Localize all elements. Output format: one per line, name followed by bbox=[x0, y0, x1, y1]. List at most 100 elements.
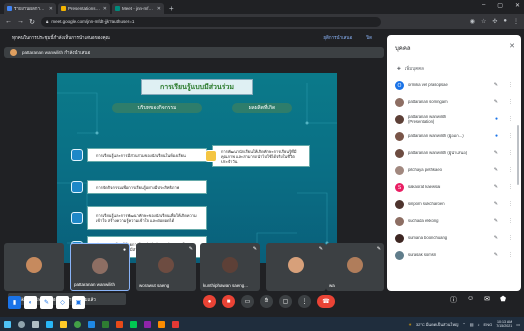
mic-off-icon[interactable]: ✎ bbox=[494, 184, 498, 190]
panel-scrollbar[interactable] bbox=[517, 125, 519, 185]
back-icon[interactable]: ← bbox=[5, 18, 12, 25]
edge-icon[interactable] bbox=[46, 320, 53, 328]
chat-icon[interactable]: ✉ bbox=[484, 295, 490, 305]
browser-tab-1[interactable]: รายงานผลการประเมิน Document Syst... ✕ bbox=[4, 3, 56, 14]
list-item[interactable]: pitchaya pethkaeo ✎ ⋮ bbox=[387, 162, 521, 179]
list-item[interactable]: pattaranan wanwilith (Presentation) ● ⋮ bbox=[387, 111, 521, 128]
mic-off-icon[interactable]: ✎ bbox=[494, 167, 498, 173]
mic-off-icon[interactable]: ✎ bbox=[494, 150, 498, 156]
participant-tile[interactable]: ✎ worawut saeng bbox=[136, 243, 196, 291]
mic-off-icon[interactable]: ✎ bbox=[494, 99, 498, 105]
extension-icon[interactable]: ✣ bbox=[492, 18, 497, 25]
list-item[interactable]: Ssakaorat kaewsai ✎ ⋮ bbox=[387, 179, 521, 196]
more-icon[interactable]: ⋮ bbox=[508, 99, 513, 105]
present-icon[interactable]: ▮ bbox=[8, 296, 21, 309]
add-people-button[interactable]: ✚ เพิ่มบุคคล bbox=[397, 65, 424, 72]
list-item[interactable]: surasak somsri ✎ ⋮ bbox=[387, 247, 521, 264]
avatar bbox=[288, 257, 304, 273]
more-icon[interactable]: ⋮ bbox=[508, 235, 513, 241]
app-icon[interactable] bbox=[144, 320, 151, 328]
whiteboard-icon[interactable]: ◐ bbox=[24, 296, 37, 309]
people-panel: บุคคล ✕ ✚ เพิ่มบุคคล Oormika vel prasops… bbox=[387, 35, 521, 291]
info-icon[interactable]: ⓘ bbox=[450, 295, 457, 305]
more-icon[interactable]: ⋮ bbox=[508, 133, 513, 139]
stop-presenting-button[interactable]: ยุติการนำเสนอ bbox=[323, 34, 352, 41]
notification-icon[interactable]: ▭ bbox=[516, 322, 520, 327]
volume-icon[interactable]: ♪ bbox=[478, 322, 480, 327]
list-item[interactable]: pattaranan wanwilith (ผู้นำเสนอ) ✎ ⋮ bbox=[387, 145, 521, 162]
participant-tile[interactable]: ✎ wa bbox=[326, 243, 384, 291]
people-icon[interactable]: ☺ bbox=[467, 295, 474, 305]
new-tab-icon[interactable]: + bbox=[169, 3, 174, 14]
network-icon[interactable]: ▤ bbox=[470, 322, 474, 327]
participant-tile[interactable] bbox=[4, 243, 64, 291]
camera-off-button[interactable]: ■ bbox=[222, 295, 235, 308]
powerpoint-icon[interactable] bbox=[116, 320, 123, 328]
more-icon[interactable]: ⋮ bbox=[508, 150, 513, 156]
raise-hand-button[interactable]: ✋︎ bbox=[260, 295, 273, 308]
captions-button[interactable]: ▭ bbox=[241, 295, 254, 308]
clock[interactable]: 10:13 AM 7/15/2021 bbox=[496, 320, 512, 329]
browser-tab-2[interactable]: Presentations (D1 - Sophanat H... ✕ bbox=[58, 3, 110, 14]
participant-tile[interactable]: ✎ kunthiphawan saeng... bbox=[200, 243, 260, 291]
eraser-icon[interactable]: ◇ bbox=[56, 296, 69, 309]
mic-off-icon[interactable]: ✎ bbox=[494, 201, 498, 207]
activities-icon[interactable]: ⬟ bbox=[500, 295, 506, 305]
close-panel-icon[interactable]: ✕ bbox=[509, 42, 515, 50]
people-list: Oormika vel prasopsae ✎ ⋮ pattaranan somng… bbox=[387, 77, 521, 264]
mic-off-icon[interactable]: ✎ bbox=[494, 218, 498, 224]
list-item[interactable]: pattaranan somngam ✎ ⋮ bbox=[387, 94, 521, 111]
minimize-icon[interactable]: – bbox=[482, 2, 485, 9]
list-item[interactable]: sumana boonchuang ✎ ⋮ bbox=[387, 230, 521, 247]
mic-off-icon[interactable]: ✎ bbox=[494, 252, 498, 258]
pen-icon[interactable]: ✎ bbox=[40, 296, 53, 309]
excel-icon[interactable] bbox=[102, 320, 109, 328]
menu-icon[interactable]: ⋮ bbox=[513, 18, 519, 25]
word-icon[interactable] bbox=[88, 320, 95, 328]
mic-off-icon[interactable]: ✎ bbox=[494, 82, 498, 88]
star-icon[interactable]: ☆ bbox=[481, 18, 486, 25]
more-icon[interactable]: ⋮ bbox=[508, 201, 513, 207]
chrome-icon[interactable] bbox=[74, 320, 81, 328]
close-tab-icon[interactable]: ✕ bbox=[49, 6, 53, 12]
forward-icon[interactable]: → bbox=[17, 18, 24, 25]
more-icon[interactable]: ⋮ bbox=[508, 167, 513, 173]
tray-arrow-icon[interactable]: ⌃ bbox=[462, 322, 465, 327]
app-icon[interactable] bbox=[172, 320, 179, 328]
profile-icon[interactable]: ● bbox=[503, 18, 507, 25]
participant-tile[interactable]: ● pattaranan wanwilith bbox=[70, 243, 130, 291]
presenter-bar: pattaranan wanwilith กำลังนำเสนอ bbox=[4, 47, 384, 58]
close-notice-button[interactable]: ปิด bbox=[366, 34, 372, 41]
list-item[interactable]: pattaranan wanwilith (ผู้ออก...) ● ⋮ bbox=[387, 128, 521, 145]
camera-icon[interactable]: ◉ bbox=[470, 18, 475, 25]
mic-off-button[interactable]: ● bbox=[203, 295, 216, 308]
list-item[interactable]: siriporn sukcharoen ✎ ⋮ bbox=[387, 196, 521, 213]
more-icon[interactable]: ⋮ bbox=[508, 252, 513, 258]
language-indicator[interactable]: ENG bbox=[484, 322, 493, 327]
mic-off-icon[interactable]: ✎ bbox=[494, 235, 498, 241]
leave-call-button[interactable]: ☎︎ bbox=[317, 295, 335, 308]
more-options-button[interactable]: ⋮ bbox=[298, 295, 311, 308]
more-icon[interactable]: ⋮ bbox=[508, 218, 513, 224]
capture-icon[interactable]: ▣ bbox=[72, 296, 85, 309]
start-icon[interactable] bbox=[4, 320, 11, 328]
close-tab-icon[interactable]: ✕ bbox=[103, 6, 107, 12]
close-window-icon[interactable]: ✕ bbox=[515, 2, 520, 9]
close-tab-icon[interactable]: ✕ bbox=[157, 6, 161, 12]
present-now-button[interactable]: ▢ bbox=[279, 295, 292, 308]
more-icon[interactable]: ⋮ bbox=[508, 184, 513, 190]
participant-tile[interactable]: ✎ bbox=[266, 243, 326, 291]
more-icon[interactable]: ⋮ bbox=[508, 116, 513, 122]
search-icon[interactable] bbox=[18, 320, 25, 328]
line-icon[interactable] bbox=[130, 320, 137, 328]
list-item[interactable]: Oormika vel prasopsae ✎ ⋮ bbox=[387, 77, 521, 94]
maximize-icon[interactable]: ▢ bbox=[497, 2, 503, 9]
app-icon[interactable] bbox=[158, 320, 165, 328]
task-view-icon[interactable] bbox=[32, 320, 39, 328]
more-icon[interactable]: ⋮ bbox=[508, 82, 513, 88]
address-bar[interactable]: 🔒︎ meet.google.com/jnn-mfdt-jjk?authuser… bbox=[41, 16, 381, 27]
list-item[interactable]: suchada ekkong ✎ ⋮ bbox=[387, 213, 521, 230]
explorer-icon[interactable] bbox=[60, 320, 67, 328]
reload-icon[interactable]: ↻ bbox=[29, 18, 35, 26]
browser-tab-3[interactable]: Meet - jnn-mfdt-jjk ✕ bbox=[112, 3, 164, 14]
